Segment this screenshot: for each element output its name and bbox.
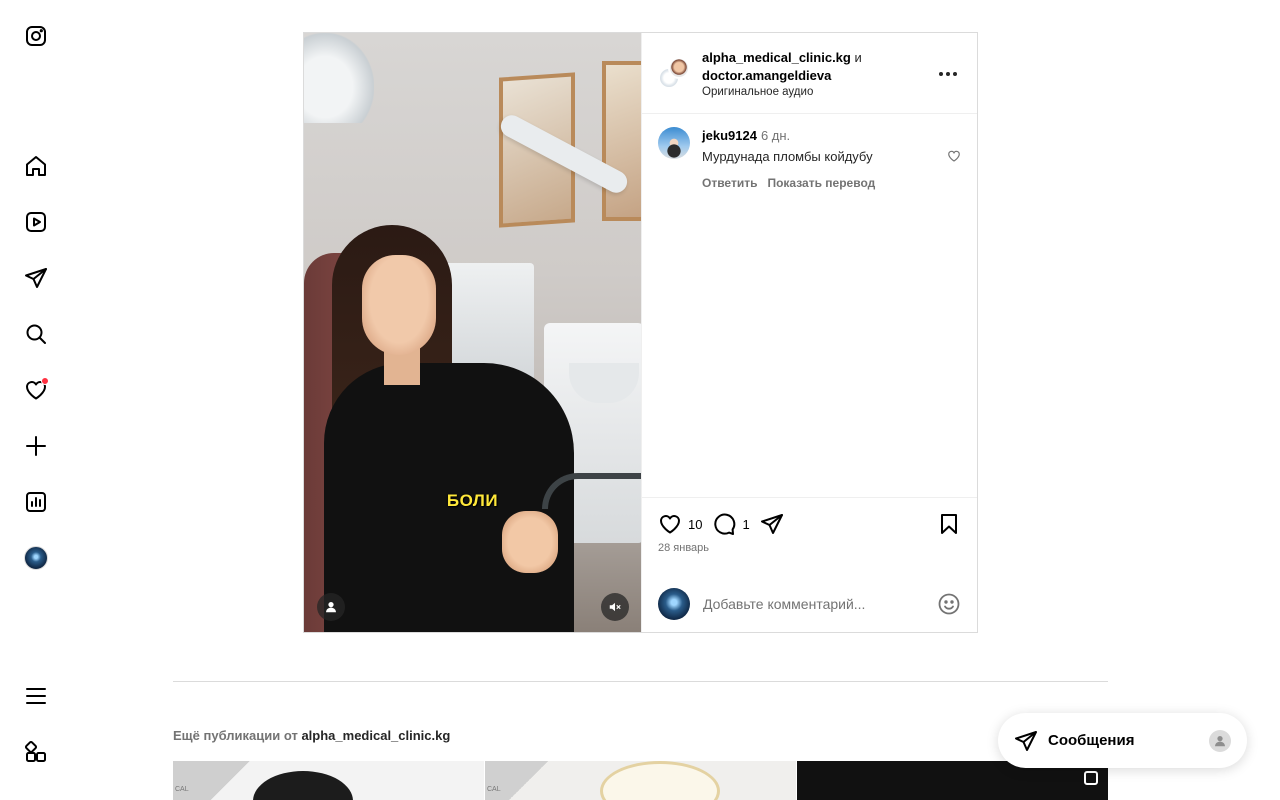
- messages-label: Сообщения: [1048, 732, 1135, 749]
- post-thumbnail[interactable]: CAL: [173, 761, 484, 800]
- notification-badge: [41, 377, 49, 385]
- comment-icon[interactable]: [712, 512, 736, 536]
- current-user-avatar: [658, 588, 690, 620]
- reels-icon[interactable]: [22, 208, 50, 236]
- comment-like-icon[interactable]: [947, 149, 961, 163]
- user-icon: [326, 602, 336, 613]
- commenter-avatar[interactable]: [658, 127, 690, 159]
- muted-speaker-icon: [609, 602, 621, 612]
- post-date[interactable]: 28 январь: [658, 542, 961, 554]
- left-navigation-rail: [0, 0, 72, 800]
- translate-button[interactable]: Показать перевод: [767, 176, 875, 190]
- comment: jeku9124 6 дн. Мурдунада пломбы койдубу О…: [658, 127, 961, 190]
- comment-text: Мурдунада пломбы койдубу: [702, 149, 873, 164]
- save-icon[interactable]: [937, 512, 961, 536]
- person-hands: [502, 511, 558, 573]
- tagged-users-button[interactable]: [317, 593, 345, 621]
- audio-link[interactable]: Оригинальное аудио: [702, 86, 862, 98]
- comment-count: 1: [742, 516, 750, 532]
- more-menu-icon[interactable]: [22, 682, 50, 710]
- post-video[interactable]: БОЛИ: [304, 33, 641, 632]
- author-joiner: и: [854, 49, 862, 65]
- comments-list: jeku9124 6 дн. Мурдунада пломбы койдубу О…: [642, 115, 977, 497]
- like-icon[interactable]: [658, 512, 682, 536]
- comment-username[interactable]: jeku9124: [702, 128, 757, 143]
- person-face: [362, 255, 436, 355]
- post-thumbnail[interactable]: CAL: [485, 761, 796, 800]
- post-header: alpha_medical_clinic.kg и doctor.amangel…: [642, 33, 977, 114]
- carousel-icon: [1084, 771, 1098, 785]
- comment-time: 6 дн.: [760, 128, 791, 143]
- emoji-icon[interactable]: [937, 592, 961, 616]
- comment-input[interactable]: [703, 596, 937, 612]
- more-options-icon[interactable]: [937, 63, 959, 85]
- notifications-icon[interactable]: [22, 376, 50, 404]
- user-icon: [1215, 735, 1225, 746]
- search-icon[interactable]: [22, 320, 50, 348]
- mute-button[interactable]: [601, 593, 629, 621]
- create-icon[interactable]: [22, 432, 50, 460]
- dental-lamp: [304, 33, 374, 123]
- instagram-logo-icon[interactable]: [22, 22, 50, 50]
- coauthor-avatar: [668, 57, 690, 79]
- like-count[interactable]: 10: [688, 517, 702, 532]
- direct-icon[interactable]: [22, 264, 50, 292]
- more-posts-prefix: Ещё публикации от: [173, 728, 298, 743]
- author-username[interactable]: alpha_medical_clinic.kg: [702, 50, 851, 65]
- also-from-meta-icon[interactable]: [22, 738, 50, 766]
- insights-icon[interactable]: [22, 488, 50, 516]
- home-icon[interactable]: [22, 152, 50, 180]
- post-card: БОЛИ alpha_medical_clinic.kg и doctor.am…: [303, 32, 978, 633]
- messages-avatar: [1209, 729, 1231, 752]
- more-posts-account-link[interactable]: alpha_medical_clinic.kg: [301, 728, 450, 743]
- thumbnail-label: CAL: [487, 786, 501, 793]
- collab-avatars[interactable]: [658, 57, 690, 89]
- thumbnail-label: CAL: [175, 786, 189, 793]
- wall-picture: [602, 61, 641, 221]
- video-caption: БОЛИ: [446, 491, 499, 510]
- more-posts-heading: Ещё публикации от alpha_medical_clinic.k…: [173, 728, 450, 743]
- share-icon[interactable]: [760, 512, 784, 536]
- more-posts-grid: CAL CAL: [173, 761, 1108, 800]
- post-sidebar: alpha_medical_clinic.kg и doctor.amangel…: [641, 33, 977, 632]
- add-comment-section: [642, 576, 977, 632]
- reply-button[interactable]: Ответить: [702, 176, 757, 190]
- profile-avatar[interactable]: [22, 544, 50, 572]
- section-divider: [173, 681, 1108, 682]
- profile-avatar-image: [24, 546, 48, 570]
- coauthor-username[interactable]: doctor.amangeldieva: [702, 68, 831, 83]
- post-action-bar: 10 1 28 январь: [642, 497, 977, 567]
- messages-button[interactable]: Сообщения: [998, 713, 1247, 768]
- direct-icon: [1015, 730, 1037, 751]
